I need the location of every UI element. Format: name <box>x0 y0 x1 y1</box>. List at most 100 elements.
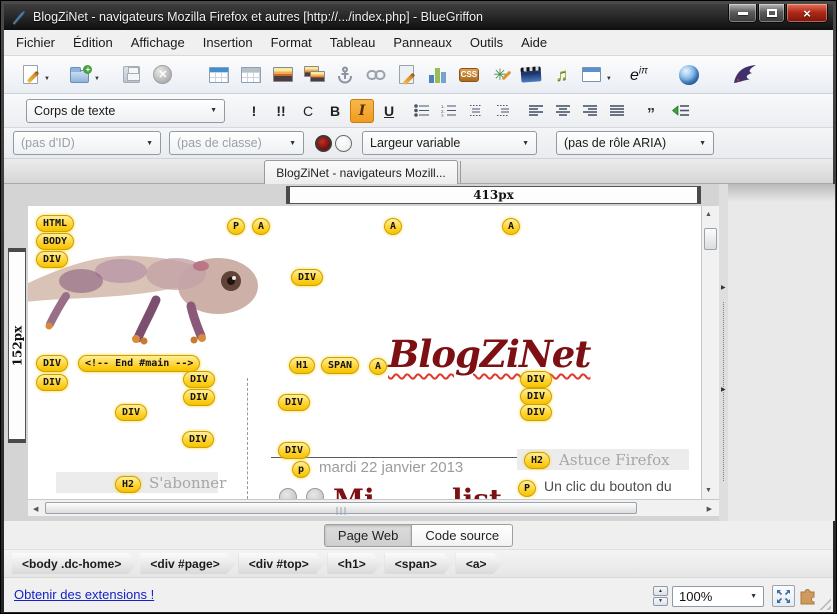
element-marker[interactable]: DIV <box>36 355 68 372</box>
element-marker[interactable]: DIV <box>36 251 68 268</box>
class-select[interactable]: (pas de classe) ▼ <box>169 131 304 155</box>
vertical-scrollbar[interactable]: ▲ ▼ <box>701 206 719 499</box>
element-marker[interactable]: DIV <box>115 404 147 421</box>
element-marker[interactable]: A <box>252 218 270 235</box>
element-marker[interactable]: DIV <box>183 371 215 388</box>
scroll-left-icon[interactable]: ◀ <box>33 505 38 513</box>
paragraph-style-select[interactable]: Corps de texte ▼ <box>26 99 225 123</box>
element-marker[interactable]: SPAN <box>321 357 359 374</box>
strong-button[interactable]: !! <box>269 99 293 123</box>
element-marker[interactable]: BODY <box>36 233 74 250</box>
element-marker[interactable]: HTML <box>36 215 74 232</box>
element-marker[interactable]: A <box>369 358 387 375</box>
insert-table-button[interactable] <box>206 62 232 88</box>
zoom-select[interactable]: 100% ▼ <box>672 586 764 607</box>
breadcrumb-div-page[interactable]: <div #page> <box>140 553 235 574</box>
horizontal-scrollbar[interactable]: ◀ ▶ <box>28 499 719 516</box>
numbered-list-button[interactable]: 1. 2. 3. <box>437 99 461 123</box>
breadcrumb-span[interactable]: <span> <box>385 553 453 574</box>
open-file-button[interactable]: + <box>67 62 93 88</box>
text-direction-button[interactable] <box>669 99 693 123</box>
zoom-spinner[interactable]: ▲ ▼ <box>653 586 668 606</box>
insert-audio-button[interactable]: ♫ <box>549 62 575 88</box>
menu-edition[interactable]: Édition <box>64 31 122 54</box>
horizontal-scroll-thumb[interactable] <box>45 502 637 514</box>
scroll-right-icon[interactable]: ▶ <box>707 505 712 513</box>
justify-button[interactable] <box>605 99 629 123</box>
element-marker[interactable]: DIV <box>278 394 310 411</box>
menu-aide[interactable]: Aide <box>512 31 556 54</box>
site-title[interactable]: BlogZiNet <box>388 332 590 376</box>
vertical-scroll-thumb[interactable] <box>704 228 717 250</box>
underline-button[interactable]: U <box>377 99 401 123</box>
clipped-heading-fragment[interactable]: list <box>452 483 502 499</box>
insert-image-button[interactable] <box>270 62 296 88</box>
anchor-button[interactable] <box>332 62 358 88</box>
image-alt-button[interactable] <box>301 62 327 88</box>
addons-button[interactable] <box>798 586 818 610</box>
background-color-swatch[interactable] <box>335 135 352 152</box>
post-date[interactable]: mardi 22 janvier 2013 <box>319 459 463 476</box>
element-marker[interactable]: DIV <box>183 389 215 406</box>
bullet-list-button[interactable] <box>410 99 434 123</box>
chart-button[interactable] <box>425 62 451 88</box>
blockquote-button[interactable]: „ <box>639 99 663 123</box>
title-bar[interactable]: BlogZiNet - navigateurs Mozilla Firefox … <box>4 4 833 30</box>
resize-grip[interactable] <box>818 597 831 610</box>
italic-button[interactable]: I <box>350 99 374 123</box>
maximize-button[interactable] <box>758 4 785 23</box>
outdent-button[interactable] <box>464 99 488 123</box>
element-marker[interactable]: DIV <box>36 374 68 391</box>
subscribe-heading[interactable]: S'abonner <box>149 474 226 492</box>
element-marker[interactable]: p <box>292 461 310 478</box>
breadcrumb-a[interactable]: <a> <box>456 553 503 574</box>
insert-video-button[interactable] <box>518 62 544 88</box>
bold-button[interactable]: B <box>323 99 347 123</box>
new-document-button[interactable] <box>17 62 43 88</box>
element-marker[interactable]: H2 <box>115 476 141 493</box>
menu-affichage[interactable]: Affichage <box>122 31 194 54</box>
align-left-button[interactable] <box>524 99 548 123</box>
breadcrumb-h1[interactable]: <h1> <box>328 553 382 574</box>
close-button[interactable]: × <box>786 4 828 23</box>
element-marker[interactable]: A <box>502 218 520 235</box>
menu-fichier[interactable]: Fichier <box>7 31 64 54</box>
indent-button[interactable] <box>491 99 515 123</box>
align-center-button[interactable] <box>551 99 575 123</box>
scroll-up-icon[interactable]: ▲ <box>705 211 712 218</box>
browser-preview-button[interactable] <box>676 62 702 88</box>
element-marker[interactable]: DIV <box>182 431 214 448</box>
element-marker[interactable]: A <box>384 218 402 235</box>
insert-form-button[interactable] <box>579 62 605 88</box>
element-marker[interactable]: H2 <box>524 452 550 469</box>
text-color-swatch[interactable] <box>315 135 332 152</box>
tab-page-web[interactable]: Page Web <box>324 524 412 547</box>
width-select[interactable]: Largeur variable ▼ <box>362 131 537 155</box>
element-marker[interactable]: DIV <box>278 442 310 459</box>
menu-outils[interactable]: Outils <box>461 31 512 54</box>
stop-button[interactable]: ✕ <box>150 62 176 88</box>
splitter-arrow-icon[interactable]: ▶ <box>721 284 726 291</box>
element-marker[interactable]: DIV <box>291 269 323 286</box>
emphasis-button[interactable]: ! <box>242 99 266 123</box>
breadcrumb-body[interactable]: <body .dc-home> <box>12 553 137 574</box>
document-tab[interactable]: BlogZiNet - navigateurs Mozill... <box>264 160 458 184</box>
id-select[interactable]: (pas d'ID) ▼ <box>13 131 161 155</box>
menu-format[interactable]: Format <box>262 31 321 54</box>
save-button[interactable] <box>119 62 145 88</box>
align-right-button[interactable] <box>578 99 602 123</box>
breadcrumb-div-top[interactable]: <div #top> <box>239 553 325 574</box>
new-document-dropdown[interactable]: ▼ <box>44 76 50 82</box>
sidebar-paragraph[interactable]: Un clic du bouton du <box>544 478 672 494</box>
aria-role-select[interactable]: (pas de rôle ARIA) ▼ <box>556 131 714 155</box>
css-editor-button[interactable]: CSS <box>456 62 482 88</box>
fullscreen-button[interactable] <box>772 585 795 607</box>
insert-form-dropdown[interactable]: ▼ <box>606 76 612 82</box>
minimize-button[interactable] <box>728 4 757 23</box>
comment-marker[interactable]: <!-- End #main --> <box>78 355 200 372</box>
scroll-down-icon[interactable]: ▼ <box>705 487 712 494</box>
table-alt-button[interactable] <box>238 62 264 88</box>
special-chars-button[interactable]: ✳ <box>487 62 513 88</box>
code-button[interactable]: C <box>296 99 320 123</box>
open-file-dropdown[interactable]: ▼ <box>94 76 100 82</box>
